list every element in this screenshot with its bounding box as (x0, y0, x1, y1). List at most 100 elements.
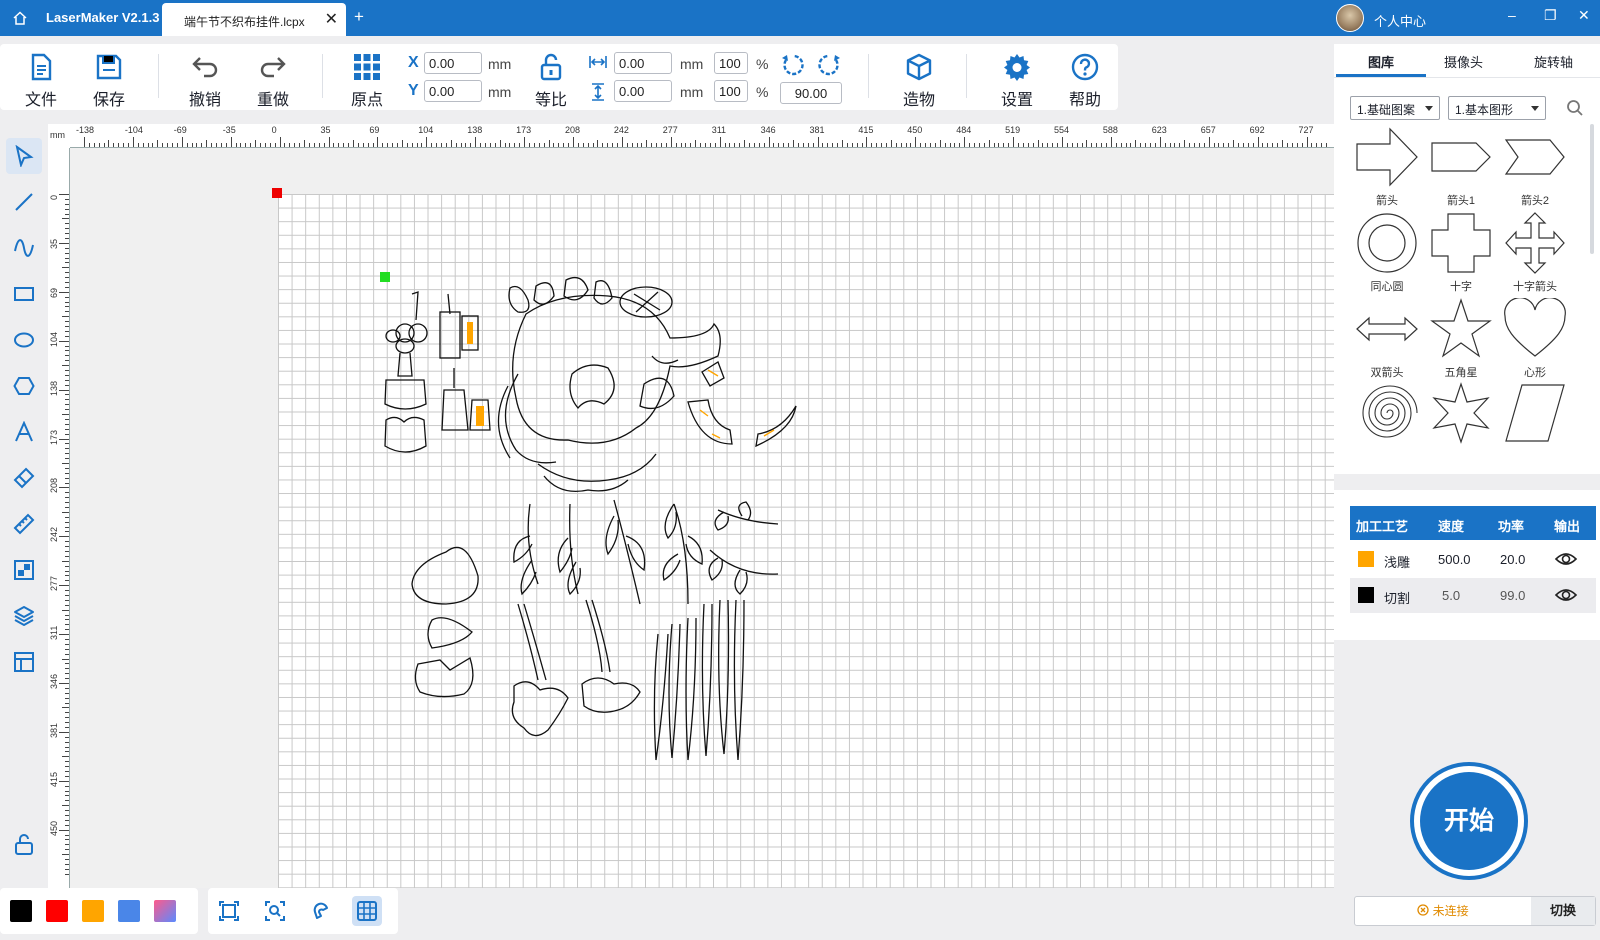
select-tool[interactable] (6, 138, 42, 174)
double-arrow-shape-icon (1356, 316, 1418, 342)
color-swatch-red[interactable] (46, 900, 68, 922)
measure-tool[interactable] (6, 506, 42, 542)
process-name: 浅雕 (1384, 555, 1411, 570)
concentric-circle-shape-icon (1357, 213, 1417, 273)
close-window-button[interactable]: ✕ (1578, 7, 1590, 24)
layers-tool[interactable] (6, 598, 42, 634)
tab-close-button[interactable]: ✕ (325, 9, 338, 29)
rotate-ccw-icon[interactable] (780, 52, 806, 78)
zoom-selection-button[interactable] (260, 896, 290, 926)
canvas-lock-button[interactable] (6, 826, 42, 862)
save-button[interactable]: 保存 (84, 50, 134, 109)
rotate-cw-icon[interactable] (816, 52, 842, 78)
shape-parallelogram[interactable] (1498, 382, 1572, 468)
design-canvas[interactable]: mm -138 -104 -69 -35 0 35 69 104 138 173 208 242 277… (48, 124, 1334, 888)
layer-color-swatch (1358, 587, 1374, 603)
process-power: 20.0 (1500, 552, 1526, 567)
shape-concentric[interactable]: 同心圆 (1350, 212, 1424, 298)
shape-heart[interactable]: 心形 (1498, 298, 1572, 384)
color-swatch-gradient[interactable] (154, 900, 176, 922)
width-input[interactable] (614, 52, 672, 74)
cursor-icon (15, 145, 34, 167)
subcategory-select-value: 1.基本图形 (1455, 103, 1514, 117)
connection-status[interactable]: 未连接 (1355, 897, 1531, 925)
tab-camera[interactable]: 摄像头 (1444, 52, 1483, 71)
shape-arrow-1[interactable]: 箭头1 (1424, 126, 1498, 212)
build-button[interactable]: 造物 (894, 50, 944, 109)
rotate-angle-input[interactable] (780, 82, 842, 104)
color-swatch-black[interactable] (10, 900, 32, 922)
tab-divider (1334, 77, 1600, 78)
maximize-button[interactable]: ❐ (1544, 7, 1557, 24)
snap-button[interactable] (306, 896, 336, 926)
height-input[interactable] (614, 80, 672, 102)
category-select[interactable]: 1.基础图案 (1350, 96, 1440, 120)
shape-cross[interactable]: 十字 (1424, 212, 1498, 298)
settings-label: 设置 (1000, 92, 1033, 109)
switch-button[interactable]: 切换 (1531, 897, 1595, 925)
color-swatch-orange[interactable] (82, 900, 104, 922)
shape-arrow[interactable]: 箭头 (1350, 126, 1424, 212)
shape-arrow-2[interactable]: 箭头2 (1498, 126, 1572, 212)
redo-label: 重做 (256, 92, 289, 109)
build-label: 造物 (902, 92, 935, 109)
curve-tool[interactable] (6, 230, 42, 266)
y-position-input[interactable] (424, 80, 482, 102)
grid-toggle-button[interactable] (352, 896, 382, 926)
rectangle-tool[interactable] (6, 276, 42, 312)
eye-icon[interactable] (1554, 550, 1578, 568)
process-layer-panel: 加工工艺 速度 功率 输出 浅雕 500.0 20.0 切割 5.0 99.0 (1334, 490, 1600, 640)
tab-document[interactable]: 端午节不织布挂件.lcpx ✕ (162, 3, 346, 36)
ellipse-tool[interactable] (6, 322, 42, 358)
y-label: Y (408, 82, 419, 99)
origin-button[interactable]: 原点 (342, 50, 392, 109)
height-percent-input[interactable] (714, 80, 748, 102)
line-tool[interactable] (6, 184, 42, 220)
search-icon[interactable] (1566, 99, 1584, 117)
new-tab-button[interactable]: + (354, 7, 364, 27)
proportional-lock-button[interactable]: 等比 (526, 50, 576, 109)
shape-double-arrow[interactable]: 双箭头 (1350, 298, 1424, 384)
subcategory-select[interactable]: 1.基本图形 (1448, 96, 1546, 120)
text-tool[interactable] (6, 414, 42, 450)
width-unit: mm (680, 56, 704, 72)
height-icon (592, 83, 604, 101)
x-position-input[interactable] (424, 52, 482, 74)
process-speed: 5.0 (1442, 588, 1461, 603)
view-controls (208, 888, 398, 934)
avatar[interactable] (1336, 4, 1364, 32)
library-scrollbar[interactable] (1590, 124, 1594, 254)
tab-library[interactable]: 图库 (1368, 52, 1394, 71)
width-percent-input[interactable] (714, 52, 748, 74)
shape-star-6[interactable] (1424, 382, 1498, 468)
minimize-button[interactable]: – (1508, 7, 1516, 23)
eye-icon[interactable] (1554, 586, 1578, 604)
drawing-toolbar (4, 132, 44, 872)
help-button[interactable]: 帮助 (1060, 50, 1110, 109)
start-button[interactable]: 开始 (1410, 762, 1528, 880)
artwork[interactable] (48, 124, 1334, 888)
zoom-fit-icon (265, 901, 285, 921)
hexagon-icon (13, 377, 35, 395)
array-tool[interactable] (6, 552, 42, 588)
settings-button[interactable]: 设置 (992, 50, 1042, 109)
redo-button[interactable]: 重做 (248, 50, 298, 109)
process-row-engrave[interactable]: 浅雕 500.0 20.0 (1350, 542, 1596, 577)
shape-cross-arrow[interactable]: 十字箭头 (1498, 212, 1572, 298)
layout-tool[interactable] (6, 644, 42, 680)
color-swatch-blue[interactable] (118, 900, 140, 922)
process-row-cut[interactable]: 切割 5.0 99.0 (1350, 578, 1596, 613)
tab-rotary[interactable]: 旋转轴 (1534, 52, 1573, 71)
fit-canvas-button[interactable] (214, 896, 244, 926)
pentagon-arrow-shape-icon (1431, 142, 1491, 172)
home-button[interactable] (8, 6, 32, 30)
shape-star[interactable]: 五角星 (1424, 298, 1498, 384)
eraser-tool[interactable] (6, 460, 42, 496)
rectangle-icon (14, 287, 34, 301)
ruler-icon (13, 513, 35, 535)
undo-button[interactable]: 撤销 (180, 50, 230, 109)
polygon-tool[interactable] (6, 368, 42, 404)
shape-spiral[interactable] (1350, 382, 1424, 468)
user-center-link[interactable]: 个人中心 (1374, 11, 1426, 30)
file-button[interactable]: 文件 (16, 50, 66, 109)
